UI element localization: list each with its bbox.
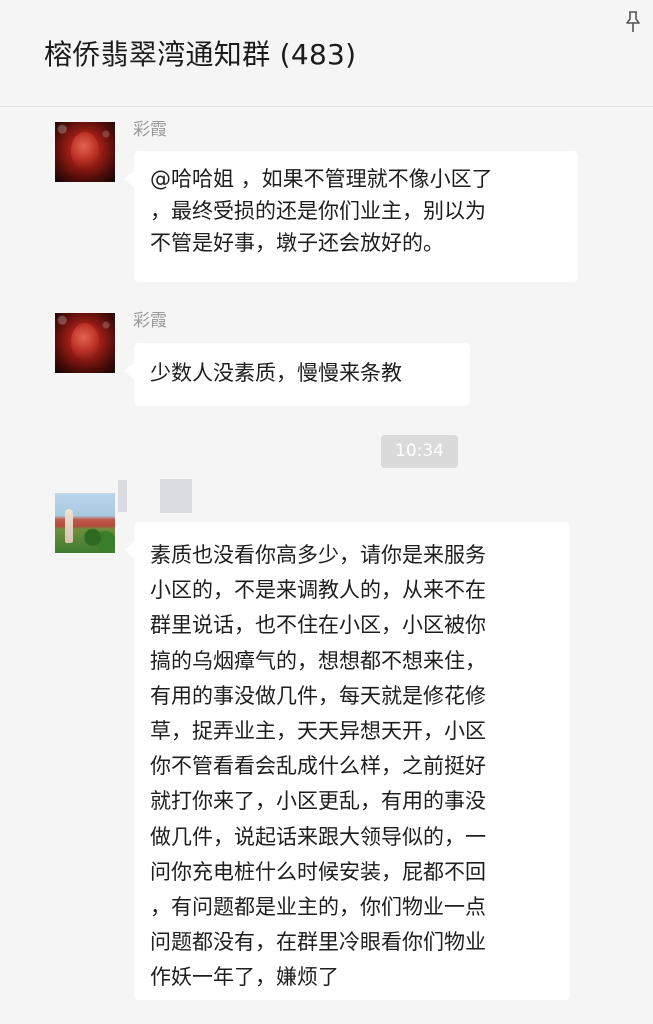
message-line: 搞的乌烟瘴气的，想想都不想来住，	[150, 648, 486, 673]
sender-name: 彩霞	[133, 311, 167, 331]
redacted-sender-name	[160, 479, 192, 513]
sender-name: 彩霞	[133, 120, 167, 140]
message-line: 问你充电桩什么时候安装，屁都不回	[150, 859, 486, 884]
message-line: @哈哈姐 ，如果不管理就不像小区了	[150, 167, 493, 191]
message-bubble[interactable]: 少数人没素质，慢慢来条教	[124, 343, 470, 406]
message-line: 群里说话，也不住在小区，小区被你	[150, 613, 486, 638]
pin-icon[interactable]	[624, 10, 642, 34]
sender-avatar[interactable]	[55, 493, 115, 553]
message-timestamp: 10:34	[381, 435, 458, 468]
message-bubble[interactable]: 素质也没看你高多少，请你是来服务 小区的，不是来调教人的，从来不在 群里说话，也…	[124, 522, 570, 1000]
message-line: 做几件，说起话来跟大领导似的，一	[150, 824, 486, 849]
message-line: 不管是好事，墩子还会放好的。	[150, 231, 444, 255]
message-line: 草，捉弄业主，天天异想天开，小区	[150, 719, 486, 744]
message-line: 作妖一年了，嫌烦了	[150, 965, 339, 990]
redacted-sender-name	[118, 480, 127, 512]
message-line: 少数人没素质，慢慢来条教	[150, 361, 402, 385]
message-line: 有用的事没做几件，每天就是修花修	[150, 683, 486, 708]
message-list[interactable]: 彩霞 @哈哈姐 ，如果不管理就不像小区了 ，最终受损的还是你们业主，别以为 不管…	[0, 107, 653, 1024]
message-line: ，最终受损的还是你们业主，别以为	[150, 199, 486, 223]
message-bubble[interactable]: @哈哈姐 ，如果不管理就不像小区了 ，最终受损的还是你们业主，别以为 不管是好事…	[124, 151, 578, 282]
sender-avatar[interactable]	[55, 313, 115, 373]
sender-avatar[interactable]	[55, 122, 115, 182]
chat-title: 榕侨翡翠湾通知群 (483)	[44, 38, 357, 71]
message-line: 你不管看看会乱成什么样，之前挺好	[150, 754, 486, 779]
message-line: ，有问题都是业主的，你们物业一点	[150, 895, 486, 920]
message-line: 就打你来了，小区更乱，有用的事没	[150, 789, 486, 814]
message-line: 小区的，不是来调教人的，从来不在	[150, 578, 486, 603]
message-line: 问题都没有，在群里冷眼看你们物业	[150, 930, 486, 955]
message-line: 素质也没看你高多少，请你是来服务	[150, 543, 486, 567]
chat-header: 榕侨翡翠湾通知群 (483)	[0, 0, 653, 107]
